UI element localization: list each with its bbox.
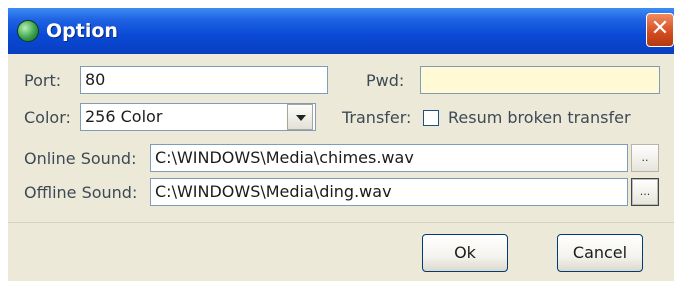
port-input[interactable]: 80 [80, 66, 328, 94]
color-select[interactable]: 256 Color [80, 103, 316, 131]
ok-button[interactable]: Ok [422, 234, 508, 272]
pwd-input[interactable] [420, 66, 660, 94]
window-title: Option [46, 20, 118, 42]
title-bar[interactable]: Option ✕ [8, 8, 674, 54]
close-icon: ✕ [650, 16, 670, 41]
pwd-label: Pwd: [366, 71, 405, 90]
resume-transfer-checkbox[interactable] [423, 110, 439, 126]
option-dialog: Option ✕ Port: 80 Pwd: Color: 256 Color … [8, 8, 674, 281]
transfer-label: Transfer: [342, 108, 412, 127]
close-button[interactable]: ✕ [646, 13, 674, 47]
port-label: Port: [24, 71, 62, 90]
app-icon [17, 20, 39, 42]
resume-transfer-label: Resum broken transfer [448, 108, 631, 127]
online-sound-input[interactable]: C:\WINDOWS\Media\chimes.wav [150, 144, 628, 172]
chevron-down-icon [296, 115, 306, 121]
offline-sound-input[interactable]: C:\WINDOWS\Media\ding.wav [150, 178, 628, 206]
color-dropdown-button[interactable] [287, 104, 313, 130]
separator [8, 222, 674, 223]
offline-sound-label: Offline Sound: [24, 183, 138, 202]
cancel-button[interactable]: Cancel [557, 234, 643, 272]
offline-sound-browse-button[interactable]: ... [631, 178, 659, 206]
online-sound-label: Online Sound: [24, 149, 137, 168]
color-label: Color: [24, 108, 71, 127]
online-sound-browse-button[interactable]: .. [631, 144, 659, 172]
